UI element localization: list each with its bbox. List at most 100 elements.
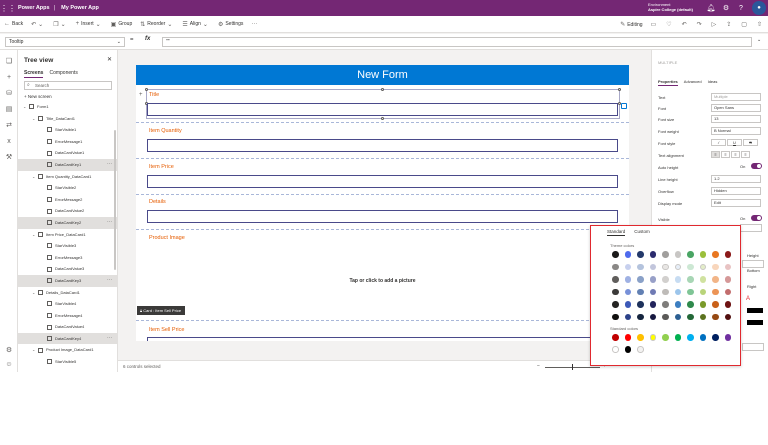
color-swatch[interactable] xyxy=(624,301,631,308)
more-icon[interactable]: ··· xyxy=(107,159,112,171)
color-swatch[interactable] xyxy=(612,346,619,353)
tree-item[interactable]: ⌄ Product Image_DataCard1 xyxy=(18,344,117,356)
app-launcher-icon[interactable]: ⋮⋮ xyxy=(0,0,16,16)
tab-standard[interactable]: Standard xyxy=(607,229,626,236)
underline-button[interactable]: U xyxy=(727,139,742,146)
insert-icon[interactable]: + xyxy=(4,72,14,82)
color-swatch[interactable] xyxy=(624,346,631,353)
line-height-input[interactable]: 1.2 xyxy=(711,175,761,183)
color-swatch-black[interactable] xyxy=(747,320,763,325)
tree-item[interactable]: ⌄ Title_DataCard1 xyxy=(18,113,117,125)
virtual-agent-icon[interactable]: ☺ xyxy=(4,359,14,369)
avatar[interactable]: ● xyxy=(752,1,766,15)
more-icon[interactable]: ··· xyxy=(107,333,112,345)
color-swatch[interactable] xyxy=(637,346,644,353)
tab-screens[interactable]: Screens xyxy=(24,70,44,78)
color-swatch[interactable] xyxy=(612,288,619,295)
copy-button[interactable]: ❐ ⌄ xyxy=(49,16,71,33)
resize-handle[interactable] xyxy=(381,88,384,91)
item-price-input[interactable] xyxy=(147,175,618,188)
tree-item[interactable]: ErrorMessage4 xyxy=(18,310,117,322)
display-mode-dropdown[interactable]: Edit xyxy=(711,199,761,207)
item-quantity-input[interactable] xyxy=(147,139,618,152)
color-swatch[interactable] xyxy=(649,313,656,320)
new-screen-button[interactable]: + New screen xyxy=(24,94,52,99)
color-swatch[interactable] xyxy=(612,313,619,320)
overflow-dropdown[interactable]: Hidden xyxy=(711,187,761,195)
color-swatch[interactable] xyxy=(624,276,631,283)
tree-scrollbar[interactable] xyxy=(114,130,116,270)
tree-item[interactable]: StarVisible2 xyxy=(18,182,117,194)
add-field-icon[interactable]: + xyxy=(139,92,143,98)
color-swatch[interactable] xyxy=(637,276,644,283)
tree-item[interactable]: StarVisible5 xyxy=(18,356,117,368)
more-icon[interactable]: ··· xyxy=(107,217,112,229)
tree-item[interactable]: ⌄ Item Price_DataCard1 xyxy=(18,229,117,241)
color-swatch[interactable] xyxy=(687,334,694,341)
tab-properties[interactable]: Properties xyxy=(658,79,678,86)
color-swatch[interactable] xyxy=(712,313,719,320)
color-swatch[interactable] xyxy=(649,288,656,295)
color-swatch[interactable] xyxy=(662,301,669,308)
close-icon[interactable]: ✕ xyxy=(107,56,112,63)
color-swatch[interactable] xyxy=(724,276,731,283)
color-swatch[interactable] xyxy=(662,313,669,320)
height-input[interactable] xyxy=(742,260,764,268)
color-swatch[interactable] xyxy=(699,276,706,283)
align-left-icon[interactable]: ≡ xyxy=(711,151,720,158)
advanced-tools-icon[interactable]: ⚒ xyxy=(4,152,14,162)
color-swatch[interactable] xyxy=(712,263,719,270)
color-swatch[interactable] xyxy=(662,251,669,258)
back-button[interactable]: ← Back xyxy=(0,16,27,33)
chevron-down-icon[interactable]: ⌄ xyxy=(32,344,35,356)
formula-input[interactable]: "" xyxy=(162,37,752,47)
color-swatch[interactable] xyxy=(649,263,656,270)
data-icon[interactable]: ⛁ xyxy=(4,88,14,98)
tree-item[interactable]: StarVisible3 xyxy=(18,240,117,252)
environment-info[interactable]: Environment Aspire College (default) xyxy=(648,2,693,12)
chevron-down-icon[interactable]: ⌄ xyxy=(757,37,761,43)
color-swatch[interactable] xyxy=(699,301,706,308)
tree-item[interactable]: ⌄ Form1 xyxy=(18,101,117,113)
comment-button[interactable]: ▭ xyxy=(647,16,663,33)
fx-icon[interactable]: fx xyxy=(145,36,150,42)
color-swatch[interactable] xyxy=(699,263,706,270)
edit-form[interactable]: New Form Title Item Quantity Item Price … xyxy=(136,65,629,341)
align-justify-icon[interactable]: ≡ xyxy=(741,151,750,158)
more-icon[interactable]: ··· xyxy=(107,275,112,287)
color-swatch[interactable] xyxy=(712,301,719,308)
tab-custom[interactable]: Custom xyxy=(634,229,650,236)
editing-button[interactable]: ✎ Editing xyxy=(616,16,646,33)
chevron-down-icon[interactable]: ⌄ xyxy=(32,229,35,241)
color-swatch[interactable] xyxy=(712,251,719,258)
publish-button[interactable]: ⇧ xyxy=(753,16,768,33)
app-checker-button[interactable]: ♡ xyxy=(662,16,677,33)
color-swatch[interactable] xyxy=(662,276,669,283)
resize-handle[interactable] xyxy=(381,117,384,120)
color-swatch[interactable] xyxy=(687,288,694,295)
share-button[interactable]: ⇪ xyxy=(722,16,737,33)
tree-item[interactable]: DataCardValue2 xyxy=(18,205,117,217)
tree-item[interactable]: ErrorMessage1 xyxy=(18,136,117,148)
color-swatch[interactable] xyxy=(724,334,731,341)
text-value-input[interactable]: Multiple xyxy=(711,93,761,101)
color-swatch[interactable] xyxy=(687,276,694,283)
color-swatch[interactable] xyxy=(624,251,631,258)
tree-item[interactable]: DataCardKey3 ··· xyxy=(18,274,117,287)
color-swatch[interactable] xyxy=(612,263,619,270)
item-sell-price-input[interactable] xyxy=(147,337,618,341)
redo-button[interactable]: ↷ xyxy=(693,16,708,33)
gear-icon[interactable]: ⚙ xyxy=(721,3,731,13)
color-swatch[interactable] xyxy=(624,334,631,341)
color-swatch[interactable] xyxy=(724,288,731,295)
color-swatch[interactable] xyxy=(699,313,706,320)
color-swatch[interactable] xyxy=(724,301,731,308)
color-swatch[interactable] xyxy=(674,251,681,258)
align-button[interactable]: ☰ Align ⌄ xyxy=(178,16,214,33)
add-picture-prompt[interactable]: Tap or click to add a picture xyxy=(136,278,629,284)
visible-toggle[interactable] xyxy=(751,215,762,221)
color-swatch[interactable] xyxy=(662,288,669,295)
save-button[interactable]: ▢ xyxy=(737,16,753,33)
power-automate-icon[interactable]: ⇄ xyxy=(4,120,14,130)
media-icon[interactable]: ▤ xyxy=(4,104,14,114)
